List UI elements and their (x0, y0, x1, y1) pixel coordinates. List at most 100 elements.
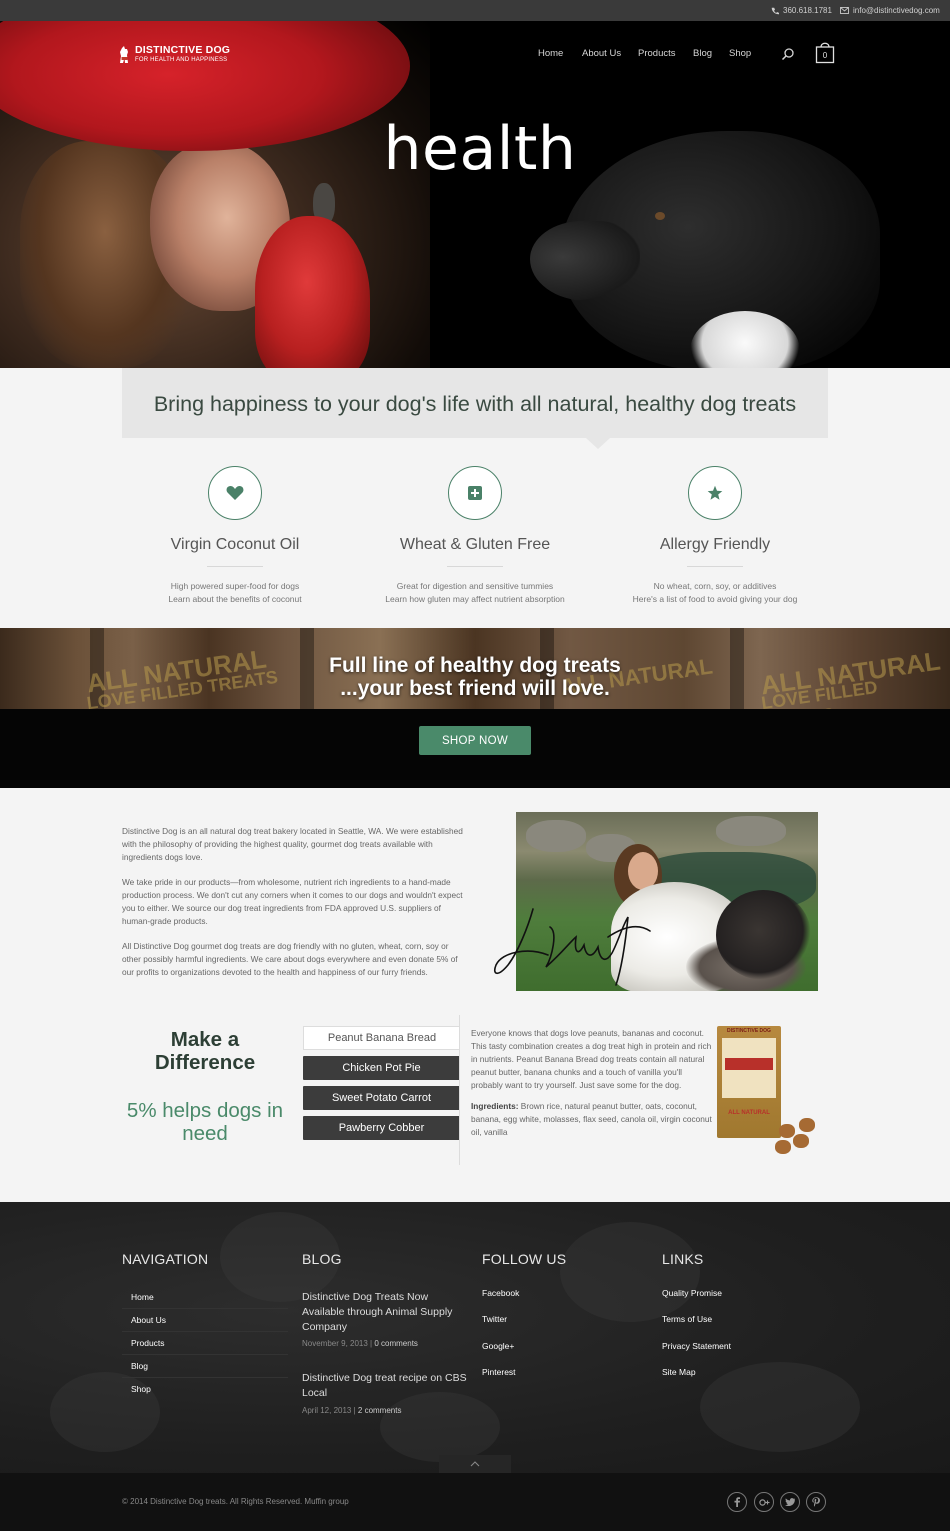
copyright-text: © 2014 Distinctive Dog treats. All Right… (122, 1497, 349, 1506)
envelope-icon (840, 7, 849, 14)
cart-button[interactable]: 0 (815, 40, 835, 64)
follow-facebook-link[interactable]: Facebook (482, 1288, 519, 1298)
footer-decoration (560, 1222, 700, 1322)
footer-nav-shop[interactable]: Shop (131, 1384, 151, 1394)
feature-description: High powered super-food for dogs (170, 581, 300, 591)
feature-title: Allergy Friendly (659, 536, 771, 553)
footer-nav-about-us[interactable]: About Us (131, 1315, 166, 1325)
hero-image-dog-eye (655, 212, 665, 220)
email-contact[interactable]: info@distinctivedog.com (840, 6, 940, 15)
footer-navigation-title: NAVIGATION (122, 1251, 209, 1267)
photo-rock (716, 816, 786, 846)
social-googleplus-button[interactable] (754, 1492, 774, 1512)
social-pinterest-button[interactable] (806, 1492, 826, 1512)
treat-cookie (799, 1118, 815, 1132)
phone-number: 360.618.1781 (783, 6, 832, 15)
feature-icon-circle[interactable] (448, 466, 502, 520)
tab-chicken-pot-pie[interactable]: Chicken Pot Pie (303, 1056, 460, 1080)
tagline-banner: Bring happiness to your dog's life with … (122, 368, 828, 449)
link-privacy-statement[interactable]: Privacy Statement (662, 1341, 731, 1351)
social-twitter-button[interactable] (780, 1492, 800, 1512)
treat-cookie (779, 1124, 795, 1138)
nav-item-home[interactable]: Home (538, 48, 563, 59)
follow-googleplus-link[interactable]: Google+ (482, 1341, 514, 1351)
divider (687, 566, 743, 567)
blog-post-meta: November 9, 2013 | 0 comments (302, 1339, 418, 1348)
social-facebook-button[interactable] (727, 1492, 747, 1512)
photo-dog (716, 890, 811, 980)
feature-link[interactable]: Learn how gluten may affect nutrient abs… (360, 593, 590, 606)
chevron-up-icon (470, 1461, 480, 1467)
hero-image-dog-snout (530, 221, 640, 301)
nav-item-products[interactable]: Products (638, 48, 676, 59)
divider (447, 566, 503, 567)
bag-bottom-text: ALL NATURAL (728, 1110, 770, 1116)
follow-twitter-link[interactable]: Twitter (482, 1314, 507, 1324)
product-bag: DISTINCTIVE DOG ALL NATURAL (717, 1026, 781, 1138)
footer-nav-blog[interactable]: Blog (131, 1361, 148, 1371)
feature-gluten-free: Wheat & Gluten Free Great for digestion … (360, 466, 590, 606)
blog-post-date: April 12, 2013 | (302, 1406, 358, 1415)
site-footer: NAVIGATION Home About Us Products Blog S… (0, 1202, 950, 1473)
make-difference-title: Make a Difference (122, 1028, 288, 1074)
blog-post-comments[interactable]: 0 comments (374, 1339, 418, 1348)
tab-pawberry-cobber[interactable]: Pawberry Cobber (303, 1116, 460, 1140)
main-nav: Home About Us Products Blog Shop 0 (0, 42, 950, 64)
product-ingredients: Ingredients: Brown rice, natural peanut … (471, 1100, 713, 1139)
star-icon (707, 485, 723, 500)
blog-post-comments[interactable]: 2 comments (358, 1406, 402, 1415)
footer-nav-products[interactable]: Products (131, 1338, 165, 1348)
facebook-icon (734, 1497, 740, 1507)
link-site-map[interactable]: Site Map (662, 1367, 696, 1377)
footer-nav-home[interactable]: Home (131, 1292, 154, 1302)
email-address: info@distinctivedog.com (853, 6, 940, 15)
feature-coconut-oil: Virgin Coconut Oil High powered super-fo… (120, 466, 350, 606)
about-paragraph: All Distinctive Dog gourmet dog treats a… (122, 941, 458, 977)
link-quality-promise[interactable]: Quality Promise (662, 1288, 722, 1298)
back-to-top-button[interactable] (439, 1455, 511, 1473)
bottom-bar: © 2014 Distinctive Dog treats. All Right… (0, 1473, 950, 1531)
feature-icon-circle[interactable] (688, 466, 742, 520)
title-line: Difference (154, 1051, 256, 1074)
feature-link[interactable]: Learn about the benefits of coconut (120, 593, 350, 606)
about-paragraph: Distinctive Dog is an all natural dog tr… (122, 826, 463, 862)
feature-icon-circle[interactable] (208, 466, 262, 520)
promo-subheadline: ...your best friend will love. (340, 677, 610, 700)
banner-pointer (586, 438, 610, 449)
divider (122, 1377, 288, 1378)
feature-title: Wheat & Gluten Free (399, 536, 551, 553)
divider (207, 566, 263, 567)
blog-post-title[interactable]: Distinctive Dog treat recipe on CBS Loca… (302, 1371, 472, 1401)
shop-now-button[interactable]: SHOP NOW (419, 726, 531, 755)
tab-sweet-potato-carrot[interactable]: Sweet Potato Carrot (303, 1086, 460, 1110)
about-paragraph: We take pride in our products—from whole… (122, 877, 463, 926)
follow-pinterest-link[interactable]: Pinterest (482, 1367, 516, 1377)
shop-now-bar: SHOP NOW (0, 709, 950, 788)
about-text: Distinctive Dog is an all natural dog tr… (122, 825, 467, 991)
tab-panel: Everyone knows that dogs love peanuts, b… (471, 1027, 713, 1139)
photo-rock (526, 820, 586, 852)
footer-decoration (380, 1392, 500, 1462)
nav-item-blog[interactable]: Blog (693, 48, 712, 59)
tab-peanut-banana-bread[interactable]: Peanut Banana Bread (303, 1026, 460, 1050)
title-line: Make a (170, 1028, 240, 1051)
nav-item-shop[interactable]: Shop (729, 48, 751, 59)
promo-headline: Full line of healthy dog treats (329, 654, 621, 677)
feature-link[interactable]: Here's a list of food to avoid giving yo… (600, 593, 830, 606)
blog-post-title[interactable]: Distinctive Dog Treats Now Available thr… (302, 1290, 472, 1335)
feature-description: Great for digestion and sensitive tummie… (396, 581, 554, 591)
subtitle-line: 5% helps dogs in (126, 1099, 284, 1122)
search-icon[interactable] (781, 47, 795, 61)
ingredients-label: Ingredients: (471, 1101, 519, 1111)
nav-item-about-us[interactable]: About Us (582, 48, 621, 59)
phone-contact[interactable]: 360.618.1781 (771, 6, 832, 15)
footer-follow-title: FOLLOW US (482, 1251, 567, 1267)
link-terms-of-use[interactable]: Terms of Use (662, 1314, 712, 1324)
googleplus-icon (758, 1498, 769, 1506)
make-difference-subtitle: 5% helps dogs in need (122, 1099, 288, 1145)
heart-icon (226, 486, 244, 500)
cart-count: 0 (822, 51, 828, 60)
product-image: DISTINCTIVE DOG ALL NATURAL (717, 1026, 817, 1158)
twitter-icon (785, 1498, 795, 1506)
blog-post-meta: April 12, 2013 | 2 comments (302, 1406, 401, 1415)
